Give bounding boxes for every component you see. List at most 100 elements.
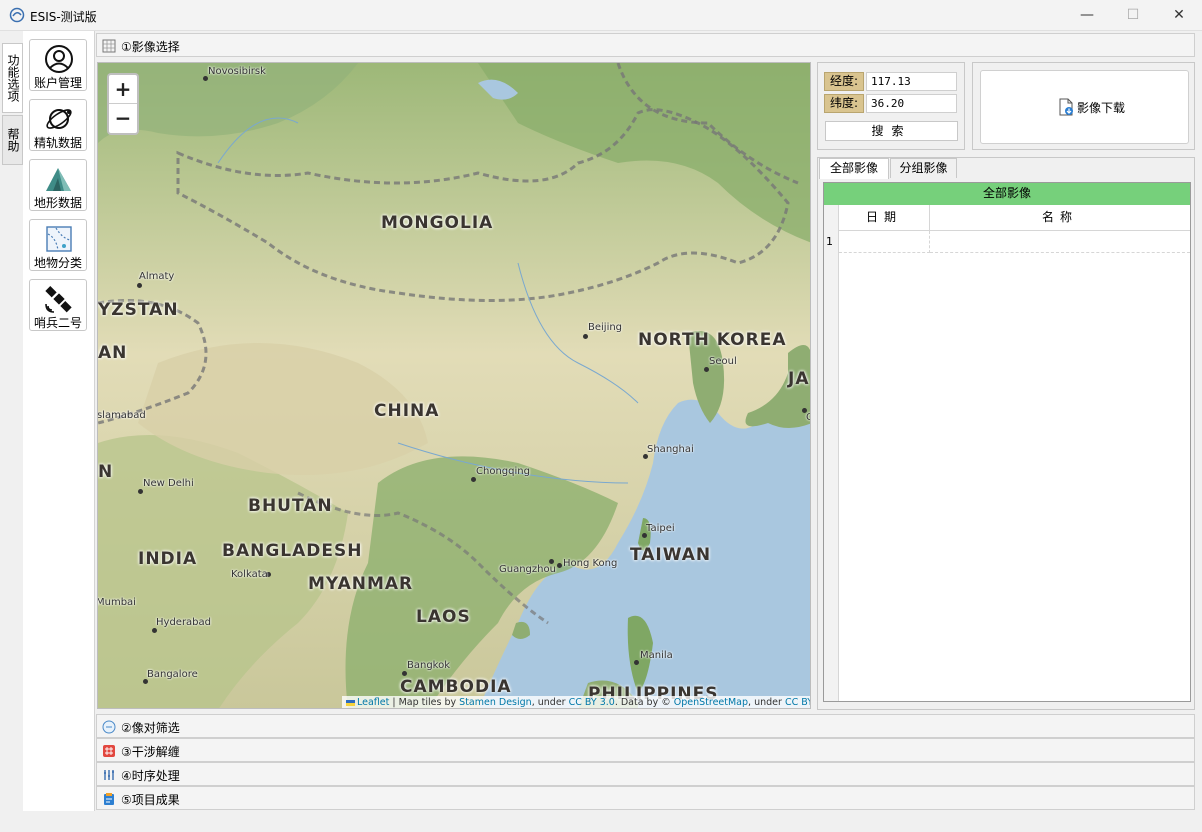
city-label: Islamabad (97, 410, 146, 421)
leaflet-link[interactable]: Leaflet (357, 697, 389, 708)
city-dot (583, 334, 588, 339)
section-timeseries-header[interactable]: ④时序处理 (96, 762, 1195, 786)
download-document-icon (1059, 98, 1073, 116)
city-label: Guangzhou (499, 564, 556, 575)
section-title: ④时序处理 (121, 769, 180, 783)
tool-label: 地形数据 (33, 196, 82, 210)
country-label: JA (788, 369, 810, 389)
country-label: MYANMAR (308, 574, 414, 594)
table-cell-date[interactable] (839, 231, 930, 253)
column-header-date[interactable]: 日期 (839, 205, 930, 231)
search-button[interactable]: 搜索 (825, 121, 958, 141)
attribution-text: , under (531, 697, 569, 708)
city-label: Hong Kong (563, 558, 618, 569)
timeseries-icon (104, 770, 114, 780)
zoom-out-button[interactable]: − (109, 104, 137, 133)
country-label: TAIWAN (630, 545, 712, 565)
section-project-results-header[interactable]: ⑤项目成果 (96, 786, 1195, 810)
grid-icon (102, 39, 116, 53)
latitude-label: 纬度: (824, 94, 864, 113)
attribution-text: , under (748, 697, 785, 708)
section-title: ⑤项目成果 (121, 793, 180, 807)
city-label: Beijing (588, 322, 623, 333)
section-title: ③干涉解缠 (121, 745, 180, 759)
country-label: YZSTAN (98, 300, 179, 320)
map-attribution: Leaflet | Map tiles by Stamen Design, un… (342, 696, 810, 708)
interferogram-icon (103, 745, 115, 757)
tool-label: 精轨数据 (33, 136, 82, 150)
sentinel-2-button[interactable]: 哨兵二号 (29, 279, 87, 331)
country-label: CAMBODIA (400, 677, 512, 697)
city-label: Mumbai (97, 597, 136, 608)
feature-classification-button[interactable]: 地物分类 (29, 219, 87, 271)
vertical-tab-strip: 功能选项 帮助 (0, 31, 23, 811)
section-title: ②像对筛选 (121, 721, 180, 735)
city-label: Shanghai (647, 444, 694, 455)
attribution-text: | Map tiles by (389, 697, 460, 708)
orbit-icon (46, 109, 72, 129)
title-bar: ESIS-测试版 — ☐ ✕ (0, 0, 1202, 31)
osm-link[interactable]: OpenStreetMap (674, 697, 748, 708)
city-dot (152, 628, 157, 633)
section-image-selection-header[interactable]: ①影像选择 (96, 33, 1195, 57)
zoom-in-button[interactable]: + (109, 75, 137, 104)
country-label: N (98, 462, 114, 482)
account-management-button[interactable]: 账户管理 (29, 39, 87, 91)
zoom-control: + − (107, 73, 139, 135)
cc-by-sa-link[interactable]: CC BY SA (785, 697, 810, 708)
close-button[interactable]: ✕ (1156, 0, 1202, 31)
maximize-button[interactable]: ☐ (1110, 0, 1156, 31)
download-panel: 影像下载 (972, 62, 1195, 150)
city-label: Hyderabad (156, 617, 211, 628)
city-label: Novosibirsk (208, 66, 266, 77)
satellite-icon (45, 286, 72, 313)
app-logo-icon (9, 7, 25, 23)
classification-icon (46, 226, 72, 252)
terrain-data-button[interactable]: 地形数据 (29, 159, 87, 211)
image-list-panel: 全部影像 分组影像 全部影像 日期 名称 1 (817, 157, 1195, 710)
terrain-icon (46, 168, 71, 191)
ukraine-flag-icon (346, 699, 355, 706)
city-label: Kolkata (231, 569, 268, 580)
city-label: New Delhi (143, 478, 194, 489)
city-label: Almaty (139, 271, 175, 282)
country-label: MONGOLIA (381, 213, 494, 233)
section-interferometry-header[interactable]: ③干涉解缠 (96, 738, 1195, 762)
tool-column: 账户管理 精轨数据 地形数据 地物分类 哨兵二号 (23, 31, 95, 811)
longitude-input[interactable]: 117.13 (866, 72, 957, 91)
city-label: Taipei (646, 523, 675, 534)
city-dot (402, 671, 407, 676)
download-label: 影像下载 (1077, 101, 1126, 115)
city-dot (704, 367, 709, 372)
tab-all-images[interactable]: 全部影像 (819, 158, 889, 179)
account-icon (45, 45, 73, 73)
stamen-link[interactable]: Stamen Design (459, 697, 532, 708)
image-download-button[interactable]: 影像下载 (980, 70, 1189, 144)
country-label: AN (98, 343, 128, 363)
city-label: Bangalore (147, 669, 198, 680)
cc-by-link[interactable]: CC BY 3.0 (569, 697, 615, 708)
tab-function-options[interactable]: 功能选项 (2, 43, 23, 113)
minimize-button[interactable]: — (1064, 0, 1110, 31)
city-dot (138, 489, 143, 494)
country-label: NORTH KOREA (638, 330, 787, 350)
city-dot (557, 563, 562, 568)
tab-help[interactable]: 帮助 (2, 115, 23, 165)
section-pair-filter-header[interactable]: ②像对筛选 (96, 714, 1195, 738)
latitude-input[interactable]: 36.20 (866, 94, 957, 113)
map-view[interactable]: + − MONGOLIA CHINA NORTH KOREA JA YZSTAN… (97, 62, 811, 709)
tab-grouped-images[interactable]: 分组影像 (890, 158, 957, 178)
city-label: Seoul (709, 356, 737, 367)
section-title: ①影像选择 (121, 40, 180, 54)
country-label: BHUTAN (248, 496, 333, 516)
row-header-column (824, 205, 839, 701)
tool-label: 地物分类 (33, 256, 82, 270)
column-header-name[interactable]: 名称 (930, 205, 1190, 231)
city-dot (634, 660, 639, 665)
tool-label: 账户管理 (33, 76, 82, 90)
table-cell-name[interactable] (930, 231, 1190, 253)
row-number: 1 (826, 235, 833, 248)
orbit-data-button[interactable]: 精轨数据 (29, 99, 87, 151)
window-title: ESIS-测试版 (30, 10, 97, 24)
coordinate-panel: 经度: 117.13 纬度: 36.20 搜索 (817, 62, 965, 150)
